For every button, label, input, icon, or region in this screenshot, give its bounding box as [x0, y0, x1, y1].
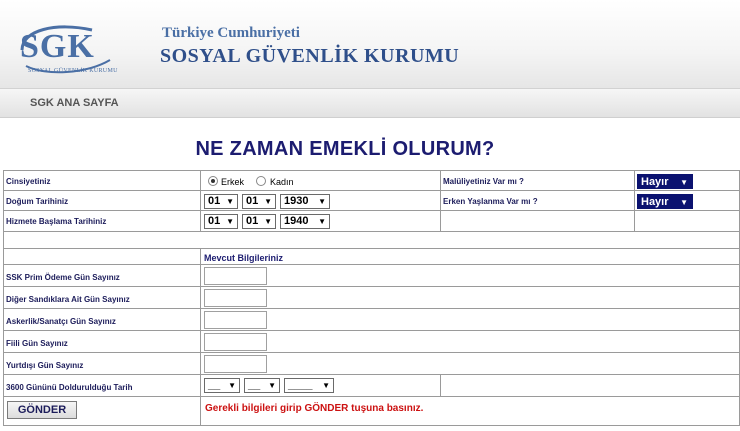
birth-year-value: 1930	[284, 195, 309, 207]
completion-label: 3600 Gününü Doldurulduğu Tarih	[6, 383, 133, 392]
logo-subtitle: SOSYAL GÜVENLİK KURUMU	[28, 68, 118, 74]
form-row-military: Askerlik/Sanatçı Gün Sayınız	[4, 309, 739, 331]
page-title: NE ZAMAN EMEKLİ OLURUM?	[195, 138, 495, 160]
nav-home-link[interactable]: SGK ANA SAYFA	[30, 97, 119, 109]
disability-select[interactable]: Hayır ▼	[637, 174, 693, 189]
dropdown-arrow-icon: ▼	[264, 217, 272, 226]
start-day-select[interactable]: 01 ▼	[204, 214, 238, 229]
early-aging-select[interactable]: Hayır ▼	[637, 194, 693, 209]
gender-label: Cinsiyetiniz	[6, 177, 51, 186]
field-label: Yurtdışı Gün Sayınız	[6, 361, 84, 370]
actual-days-input[interactable]	[204, 333, 267, 351]
submit-button[interactable]: GÖNDER	[7, 401, 77, 419]
birth-month-select[interactable]: 01 ▼	[242, 194, 276, 209]
disability-label: Malüliyetiniz Var mı ?	[443, 177, 524, 186]
birth-day-value: 01	[208, 195, 221, 207]
abroad-days-input[interactable]	[204, 355, 267, 373]
section-title: Mevcut Bilgileriniz	[204, 253, 284, 263]
header-title-line1: Türkiye Cumhuriyeti	[162, 25, 300, 41]
dropdown-arrow-icon: ▼	[317, 215, 326, 228]
dropdown-arrow-icon: ▼	[226, 217, 234, 226]
dropdown-arrow-icon: ▼	[680, 178, 688, 187]
gender-radio-female[interactable]	[256, 176, 266, 186]
header-title-line2: SOSYAL GÜVENLİK KURUMU	[160, 45, 460, 67]
completion-day-value: __	[208, 379, 221, 391]
gender-male-label: Erkek	[221, 177, 245, 187]
form-row-abroad: Yurtdışı Gün Sayınız	[4, 353, 739, 375]
dropdown-arrow-icon: ▼	[680, 198, 688, 207]
dropdown-arrow-icon: ▼	[264, 197, 272, 206]
birth-year-select[interactable]: 1930 ▼	[280, 194, 330, 209]
form-row-completion: 3600 Gününü Doldurulduğu Tarih __ ▼ __ ▼ _…	[4, 375, 739, 397]
start-year-select[interactable]: 1940 ▼	[280, 214, 330, 229]
completion-year-value: ____	[288, 379, 313, 391]
birth-month-value: 01	[246, 195, 259, 207]
form-row-other: Diğer Sandıklara Ait Gün Sayınız	[4, 287, 739, 309]
form-row-ssk: SSK Prim Ödeme Gün Sayınız	[4, 265, 739, 287]
field-label: Fiili Gün Sayınız	[6, 339, 68, 348]
form-row-actual: Fiili Gün Sayınız	[4, 331, 739, 353]
disability-value: Hayır	[641, 176, 669, 188]
field-label: Diğer Sandıklara Ait Gün Sayınız	[6, 295, 130, 304]
start-month-select[interactable]: 01 ▼	[242, 214, 276, 229]
completion-year-select[interactable]: ____ ▼	[284, 378, 334, 393]
logo-text: SGK	[20, 28, 95, 65]
dropdown-arrow-icon: ▼	[226, 197, 234, 206]
gender-radio-male[interactable]	[208, 176, 218, 186]
gender-female-label: Kadın	[270, 177, 294, 187]
nav-bar: SGK ANA SAYFA	[0, 88, 740, 118]
start-year-value: 1940	[284, 215, 309, 227]
form-row-start: Hizmete Başlama Tarihiniz 01 ▼ 01 ▼ 1940 ▼	[4, 211, 739, 232]
military-days-input[interactable]	[204, 311, 267, 329]
start-day-value: 01	[208, 215, 221, 227]
form-row-spacer	[4, 232, 739, 249]
dropdown-arrow-icon: ▼	[322, 381, 330, 390]
completion-month-select[interactable]: __ ▼	[244, 378, 280, 393]
dropdown-arrow-icon: ▼	[228, 381, 236, 390]
ssk-days-input[interactable]	[204, 267, 267, 285]
form-row-birth: Doğum Tarihiniz 01 ▼ 01 ▼ 1930 ▼ Erken Yaşl…	[4, 191, 739, 211]
site-header: SGK SOSYAL GÜVENLİK KURUMU Türkiye Cumhu…	[0, 0, 740, 88]
dropdown-arrow-icon: ▼	[268, 381, 276, 390]
birth-day-select[interactable]: 01 ▼	[204, 194, 238, 209]
completion-day-select[interactable]: __ ▼	[204, 378, 240, 393]
start-month-value: 01	[246, 215, 259, 227]
form-row-submit: GÖNDER Gerekli bilgileri girip GÖNDER tu…	[4, 397, 739, 425]
start-label: Hizmete Başlama Tarihiniz	[6, 217, 107, 226]
form-row-section: Mevcut Bilgileriniz	[4, 249, 739, 265]
early-aging-label: Erken Yaşlanma Var mı ?	[443, 197, 538, 206]
early-aging-value: Hayır	[641, 196, 669, 208]
field-label: Askerlik/Sanatçı Gün Sayınız	[6, 317, 116, 326]
completion-month-value: __	[248, 379, 261, 391]
field-label: SSK Prim Ödeme Gün Sayınız	[6, 273, 120, 282]
dropdown-arrow-icon: ▼	[317, 195, 326, 208]
instruction-message: Gerekli bilgileri girip GÖNDER tuşuna ba…	[205, 403, 424, 414]
form-row-gender: Cinsiyetiniz Erkek Kadın Malüliyetiniz V…	[4, 171, 739, 191]
retirement-form: Cinsiyetiniz Erkek Kadın Malüliyetiniz V…	[3, 170, 740, 426]
other-funds-days-input[interactable]	[204, 289, 267, 307]
birth-label: Doğum Tarihiniz	[6, 197, 69, 206]
